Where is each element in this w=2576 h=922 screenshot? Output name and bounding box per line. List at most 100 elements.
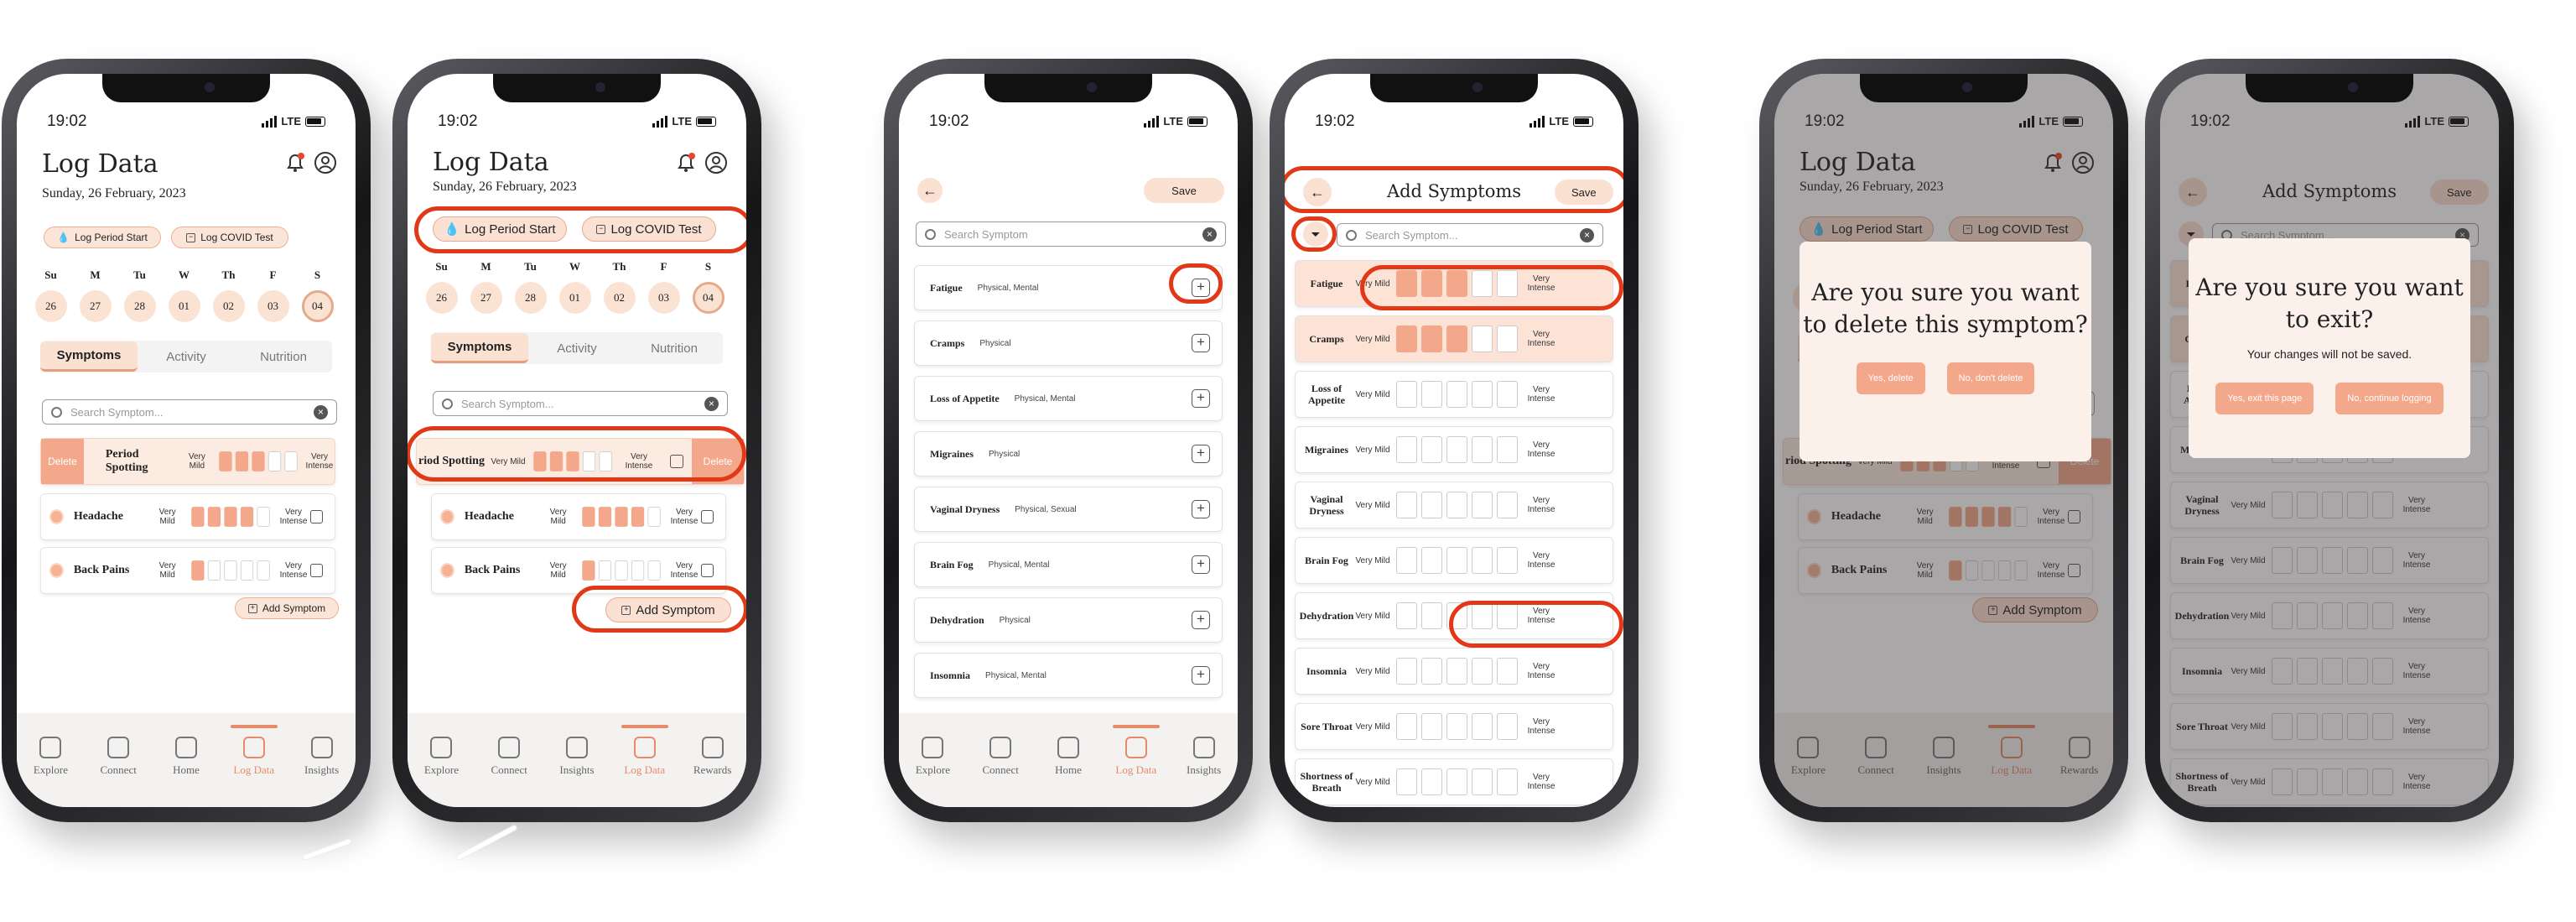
intensity-box[interactable]	[598, 560, 611, 581]
intensity-box[interactable]	[240, 560, 254, 581]
intensity-box[interactable]	[1446, 270, 1467, 297]
intensity-scale[interactable]	[1396, 602, 1518, 629]
logged-symptom-row[interactable]: Delete Period Spotting Very Mild Very Inten…	[40, 438, 335, 485]
tab-symptoms[interactable]: Symptoms	[431, 333, 528, 363]
intensity-box[interactable]	[1396, 381, 1417, 408]
intensity-box[interactable]	[207, 560, 221, 581]
logged-symptom-row[interactable]: Headache Very Mild Very Intense	[40, 493, 335, 540]
symptom-row[interactable]: Insomnia Very Mild Very Intense	[1295, 648, 1613, 695]
intensity-box[interactable]	[1421, 658, 1442, 685]
intensity-box[interactable]	[647, 560, 661, 581]
intensity-box[interactable]	[631, 560, 645, 581]
bell-icon[interactable]	[674, 151, 698, 175]
intensity-box[interactable]	[1446, 768, 1467, 795]
intensity-box[interactable]	[252, 451, 265, 471]
intensity-box[interactable]	[1472, 547, 1493, 574]
plus-icon[interactable]: +	[1192, 666, 1210, 685]
intensity-box[interactable]	[1472, 436, 1493, 463]
plus-icon[interactable]: +	[1192, 279, 1210, 297]
intensity-box[interactable]	[1396, 270, 1417, 297]
nav-item[interactable]: Rewards	[688, 737, 738, 807]
intensity-scale[interactable]	[1396, 436, 1518, 463]
intensity-box[interactable]	[1472, 270, 1493, 297]
intensity-box[interactable]	[1497, 713, 1518, 740]
intensity-box[interactable]	[1421, 436, 1442, 463]
calendar-day[interactable]: M 27	[73, 268, 117, 322]
intensity-box[interactable]	[1472, 492, 1493, 518]
intensity-box[interactable]	[1396, 713, 1417, 740]
nav-item[interactable]: Log Data	[620, 725, 670, 807]
calendar-day[interactable]: Su 26	[29, 268, 73, 322]
intensity-scale[interactable]	[533, 451, 612, 471]
day-number[interactable]: 01	[168, 290, 200, 322]
intensity-box[interactable]	[1446, 492, 1467, 518]
intensity-box[interactable]	[582, 507, 595, 527]
intensity-scale[interactable]	[1396, 768, 1518, 795]
intensity-scale[interactable]	[1396, 547, 1518, 574]
day-number[interactable]: 26	[34, 290, 67, 322]
intensity-box[interactable]	[1446, 381, 1467, 408]
symptom-search[interactable]: Search Symptom ×	[916, 221, 1226, 247]
intensity-box[interactable]	[631, 507, 645, 527]
add-symptom-button[interactable]: + Add Symptom	[605, 597, 731, 622]
tab-nutrition[interactable]: Nutrition	[626, 335, 723, 362]
tab-symptoms[interactable]: Symptoms	[40, 341, 138, 372]
intensity-scale[interactable]	[582, 560, 661, 581]
intensity-box[interactable]	[235, 451, 249, 471]
logged-symptom-row[interactable]: riod Spotting Very Mild Very Intense Delete	[416, 438, 745, 485]
intensity-box[interactable]	[267, 451, 282, 471]
intensity-box[interactable]	[1446, 602, 1467, 629]
intensity-box[interactable]	[1497, 492, 1518, 518]
calendar-day[interactable]: Tu 28	[117, 268, 162, 322]
delete-button[interactable]: Delete	[41, 439, 84, 484]
day-number[interactable]: 03	[257, 290, 289, 322]
plus-icon[interactable]: +	[1192, 334, 1210, 352]
intensity-box[interactable]	[1497, 381, 1518, 408]
intensity-box[interactable]	[1396, 436, 1417, 463]
nav-item[interactable]: Connect	[484, 737, 534, 807]
symptom-search[interactable]: Search Symptom... ×	[1337, 223, 1603, 247]
intensity-box[interactable]	[1497, 270, 1518, 297]
intensity-scale[interactable]	[1396, 326, 1518, 352]
confirm-button[interactable]: Yes, delete	[1856, 362, 1925, 394]
edit-icon[interactable]	[310, 510, 323, 524]
logged-symptom-row[interactable]: Headache Very Mild Very Intense	[431, 493, 726, 540]
log-covid-button[interactable]: − Log COVID Test	[582, 216, 716, 242]
symptom-row[interactable]: Dehydration Very Mild Very Intense	[1295, 592, 1613, 639]
edit-icon[interactable]	[701, 564, 714, 577]
calendar-day[interactable]: F 03	[251, 268, 295, 322]
plus-icon[interactable]: +	[1192, 500, 1210, 518]
symptom-row[interactable]: Loss of Appetite Very Mild Very Intense	[1295, 371, 1613, 418]
intensity-scale[interactable]	[1396, 492, 1518, 518]
nav-item[interactable]: Connect	[93, 737, 143, 807]
day-number[interactable]: 26	[425, 282, 458, 314]
intensity-box[interactable]	[1446, 713, 1467, 740]
intensity-box[interactable]	[1421, 602, 1442, 629]
log-covid-button[interactable]: − Log COVID Test	[171, 227, 288, 248]
intensity-box[interactable]	[1497, 547, 1518, 574]
plus-icon[interactable]: +	[1192, 555, 1210, 574]
nav-item[interactable]: Home	[1043, 737, 1093, 807]
day-number[interactable]: 04	[301, 290, 334, 322]
symptom-search[interactable]: Search Symptom... ×	[433, 391, 728, 416]
intensity-box[interactable]	[1421, 326, 1442, 352]
nav-item[interactable]: Connect	[975, 737, 1026, 807]
day-number[interactable]: 27	[470, 282, 502, 314]
intensity-box[interactable]	[647, 507, 661, 527]
calendar-day[interactable]: S 04	[295, 268, 340, 322]
symptom-row[interactable]: Sore Throat Very Mild Very Intense	[1295, 703, 1613, 750]
delete-button[interactable]: Delete	[692, 439, 744, 484]
intensity-scale[interactable]	[191, 560, 270, 581]
day-number[interactable]: 02	[603, 282, 636, 314]
intensity-box[interactable]	[191, 507, 205, 527]
nav-item[interactable]: Explore	[416, 737, 466, 807]
cancel-button[interactable]: No, don't delete	[1946, 362, 2035, 394]
symptom-row[interactable]: Shortness of Breath Very Mild Very Intense	[1295, 758, 1613, 805]
symptom-list-item[interactable]: Fatigue Physical, Mental +	[914, 265, 1223, 310]
intensity-box[interactable]	[1472, 713, 1493, 740]
intensity-box[interactable]	[257, 507, 270, 527]
intensity-box[interactable]	[224, 560, 237, 581]
intensity-box[interactable]	[582, 560, 595, 581]
edit-icon[interactable]	[670, 455, 683, 468]
intensity-box[interactable]	[1497, 768, 1518, 795]
